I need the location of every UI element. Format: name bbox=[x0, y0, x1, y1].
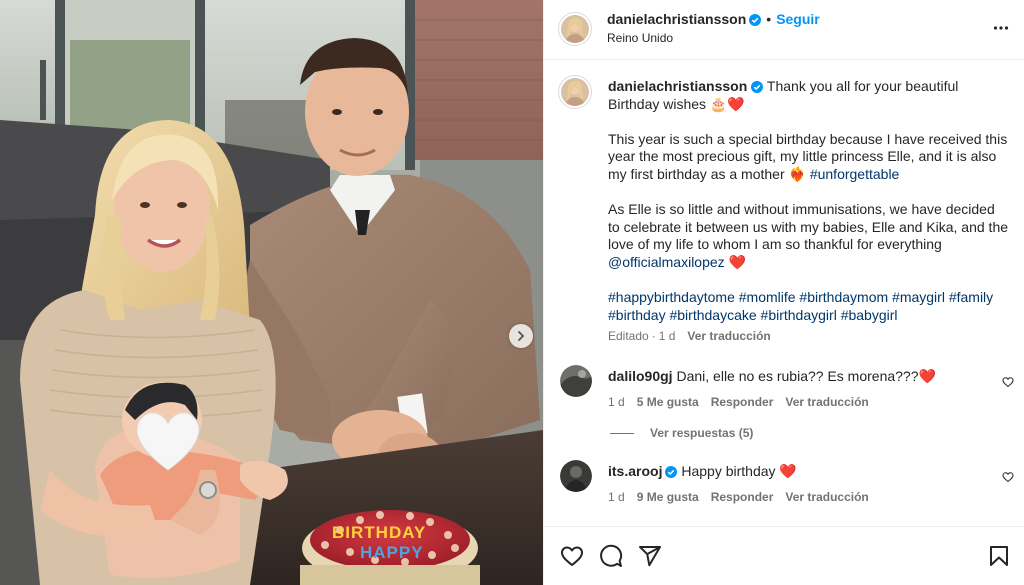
cake-candles-bottom: HAPPY bbox=[360, 543, 424, 562]
next-photo-button[interactable] bbox=[509, 324, 533, 348]
view-replies-button[interactable]: Ver respuestas (5) bbox=[610, 426, 753, 440]
share-button[interactable] bbox=[638, 544, 662, 573]
comment-username[interactable]: its.arooj bbox=[608, 463, 662, 479]
comment-translate-link[interactable]: Ver traducción bbox=[785, 395, 868, 409]
commenter-avatar[interactable] bbox=[560, 460, 592, 492]
post-caption: danielachristiansson Thank you all for y… bbox=[608, 78, 1008, 346]
caption-hashtags[interactable]: #happybirthdaytome #momlife #birthdaymom… bbox=[608, 289, 1008, 324]
mention-link[interactable]: @officialmaxilopez bbox=[608, 254, 725, 270]
comment-likes[interactable]: 5 Me gusta bbox=[637, 395, 699, 409]
author-avatar[interactable] bbox=[558, 12, 592, 46]
like-button[interactable] bbox=[560, 544, 584, 573]
caption-username[interactable]: danielachristiansson bbox=[608, 78, 747, 94]
comment-time[interactable]: 1 d bbox=[608, 395, 625, 409]
heart-icon bbox=[561, 546, 583, 566]
verified-badge-icon bbox=[749, 14, 762, 26]
verified-badge-icon bbox=[665, 466, 678, 478]
caption-p3-text: As Elle is so little and without immunis… bbox=[608, 201, 1009, 253]
caption-intro-paragraph: danielachristiansson Thank you all for y… bbox=[608, 78, 1008, 113]
comment-likes[interactable]: 9 Me gusta bbox=[637, 490, 699, 504]
comment-body: its.arooj Happy birthday ❤️ bbox=[608, 462, 988, 480]
comment-like-button[interactable] bbox=[1002, 470, 1014, 488]
post-side-panel: danielachristiansson • Seguir Reino Unido … bbox=[543, 0, 1024, 585]
author-line: danielachristiansson • Seguir bbox=[607, 11, 820, 29]
header-separator: • bbox=[766, 11, 772, 27]
comment-icon bbox=[600, 544, 623, 567]
caption-avatar[interactable] bbox=[558, 75, 592, 109]
post-photo[interactable]: BIRTHDAY HAPPY bbox=[0, 0, 543, 585]
replies-divider-line bbox=[610, 432, 634, 434]
more-options-button[interactable] bbox=[993, 20, 1009, 41]
cake-candles-top: BIRTHDAY bbox=[332, 523, 426, 542]
author-username[interactable]: danielachristiansson bbox=[607, 11, 746, 27]
save-button[interactable] bbox=[987, 544, 1011, 573]
comment-text: Happy birthday ❤️ bbox=[681, 463, 797, 479]
comment-body: dalilo90gj Dani, elle no es rubia?? Es m… bbox=[608, 367, 988, 385]
hashtag-unforgettable[interactable]: #unforgettable bbox=[810, 166, 900, 182]
share-icon bbox=[639, 546, 661, 567]
more-horizontal-icon bbox=[993, 26, 1009, 30]
caption-time[interactable]: 1 d bbox=[659, 329, 676, 343]
comment-meta: 1 d 9 Me gusta Responder Ver traducción bbox=[608, 490, 881, 504]
caption-p3-emoji: ❤️ bbox=[724, 253, 746, 270]
photo-image: BIRTHDAY HAPPY bbox=[0, 0, 543, 585]
comment-username[interactable]: dalilo90gj bbox=[608, 368, 673, 384]
caption-meta-separator: · bbox=[651, 329, 656, 344]
caption-meta: Editado · 1 d Ver traducción bbox=[608, 328, 1008, 346]
comment-translate-link[interactable]: Ver traducción bbox=[785, 490, 868, 504]
caption-paragraph-3: As Elle is so little and without immunis… bbox=[608, 201, 1008, 271]
heart-icon bbox=[1002, 377, 1014, 388]
heart-icon bbox=[1002, 472, 1014, 483]
comment-like-button[interactable] bbox=[1002, 375, 1014, 393]
edited-label: Editado bbox=[608, 329, 649, 344]
comments-scroll-area[interactable]: danielachristiansson Thank you all for y… bbox=[544, 61, 1024, 525]
comment-reply-button[interactable]: Responder bbox=[711, 490, 774, 504]
comment-text: Dani, elle no es rubia?? Es morena???❤️ bbox=[676, 368, 936, 384]
follow-button[interactable]: Seguir bbox=[776, 11, 820, 27]
verified-badge-icon bbox=[751, 81, 764, 93]
comment-reply-button[interactable]: Responder bbox=[711, 395, 774, 409]
post-actions-bar bbox=[544, 526, 1024, 585]
comment-meta: 1 d 5 Me gusta Responder Ver traducción bbox=[608, 395, 881, 409]
post-header: danielachristiansson • Seguir Reino Unido bbox=[544, 0, 1024, 60]
chevron-right-icon bbox=[518, 331, 525, 341]
post-location[interactable]: Reino Unido bbox=[607, 31, 673, 45]
comment-time[interactable]: 1 d bbox=[608, 490, 625, 504]
view-replies-label: Ver respuestas (5) bbox=[650, 426, 754, 440]
caption-translate-link[interactable]: Ver traducción bbox=[687, 329, 770, 343]
bookmark-icon bbox=[990, 546, 1008, 566]
caption-p2-text: This year is such a special birthday bec… bbox=[608, 130, 1008, 182]
comment-button[interactable] bbox=[599, 544, 623, 573]
caption-paragraph-2: This year is such a special birthday bec… bbox=[608, 131, 1008, 184]
commenter-avatar[interactable] bbox=[560, 365, 592, 397]
